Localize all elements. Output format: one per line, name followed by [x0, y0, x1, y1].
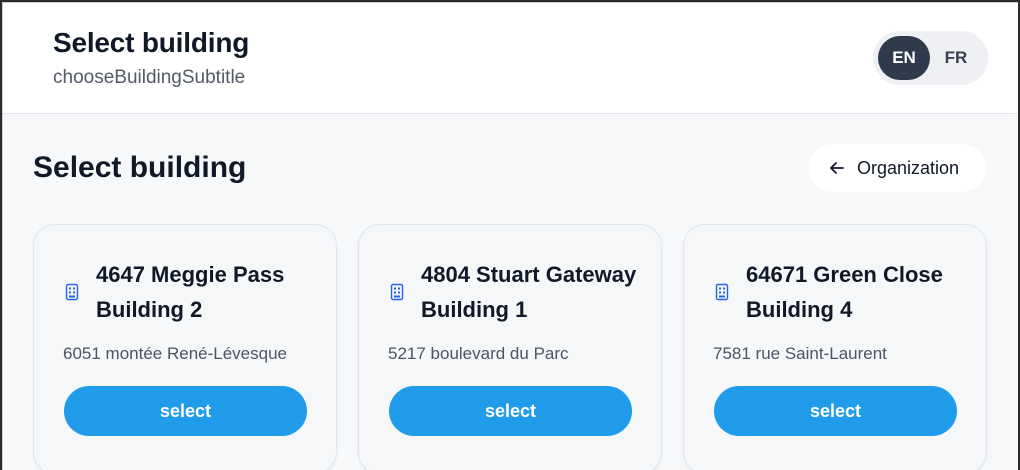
select-building-button[interactable]: select	[714, 386, 957, 436]
building-icon	[390, 283, 404, 301]
header: Select building chooseBuildingSubtitle E…	[3, 3, 1018, 114]
header-title: Select building	[53, 27, 250, 58]
arrow-left-icon	[830, 162, 844, 174]
building-name: 64671 Green Close Building 4	[746, 262, 943, 322]
building-icon	[65, 283, 79, 301]
building-list: 4647 Meggie Pass Building 2 6051 montée …	[33, 224, 987, 470]
building-icon	[715, 283, 729, 301]
building-address: 5217 boulevard du Parc	[388, 344, 569, 363]
back-button-label: Organization	[857, 157, 960, 178]
page-title: Select building	[33, 151, 247, 184]
building-card: 4647 Meggie Pass Building 2 6051 montée …	[33, 224, 337, 470]
building-name: 4804 Stuart Gateway Building 1	[421, 262, 637, 322]
building-card: 64671 Green Close Building 4 7581 rue Sa…	[683, 224, 987, 470]
select-building-button[interactable]: select	[389, 386, 632, 436]
language-fr-button[interactable]: FR	[930, 36, 982, 80]
building-address: 6051 montée René-Lévesque	[63, 344, 287, 363]
language-en-button[interactable]: EN	[878, 36, 930, 80]
app-window: Select building chooseBuildingSubtitle E…	[2, 2, 1018, 470]
header-subtitle: chooseBuildingSubtitle	[53, 67, 246, 88]
building-name: 4647 Meggie Pass Building 2	[96, 262, 285, 322]
select-building-button[interactable]: select	[64, 386, 307, 436]
building-address: 7581 rue Saint-Laurent	[713, 344, 887, 363]
language-toggle: EN FR	[873, 31, 988, 85]
back-to-organization-button[interactable]: Organization	[809, 144, 986, 192]
building-card: 4804 Stuart Gateway Building 1 5217 boul…	[358, 224, 662, 470]
